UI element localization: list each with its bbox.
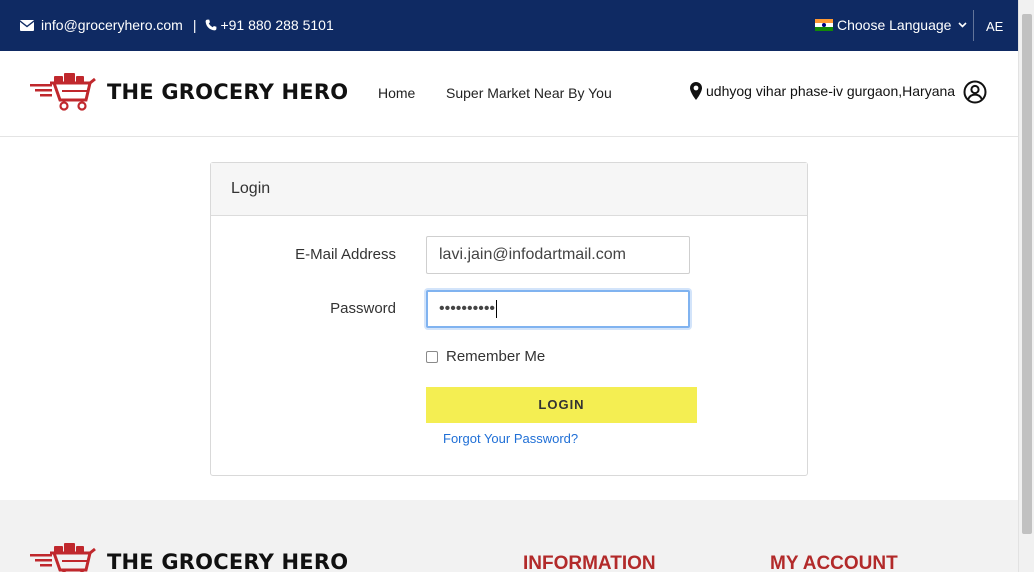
- topbar-divider: [973, 10, 974, 41]
- remember-me-label: Remember Me: [446, 348, 546, 365]
- phone-icon: [206, 19, 217, 31]
- contact-phone-link[interactable]: +91 880 288 5101: [220, 17, 333, 33]
- nav-home-link[interactable]: Home: [378, 85, 415, 101]
- footer: THE GROCERY HERO INFORMATION MY ACCOUNT: [0, 500, 1018, 572]
- envelope-icon: [20, 19, 34, 31]
- login-card-title: Login: [211, 163, 807, 216]
- page: info@groceryhero.com | +91 880 288 5101 …: [0, 0, 1034, 572]
- email-label: E-Mail Address: [295, 246, 396, 263]
- user-circle-icon[interactable]: [963, 80, 987, 104]
- main-header: THE GROCERY HERO Home Super Market Near …: [0, 51, 1018, 137]
- language-label: Choose Language: [837, 17, 952, 33]
- map-pin-icon: [690, 82, 702, 100]
- contact-email-link[interactable]: info@groceryhero.com: [41, 17, 183, 33]
- contact-info: info@groceryhero.com | +91 880 288 5101: [20, 17, 334, 33]
- delivery-location[interactable]: udhyog vihar phase-iv gurgaon,Haryana: [690, 82, 955, 100]
- page-scrollbar[interactable]: [1018, 0, 1034, 572]
- footer-heading-my-account: MY ACCOUNT: [770, 553, 898, 572]
- logo-text: THE GROCERY HERO: [107, 80, 349, 104]
- india-flag-icon: [815, 19, 833, 31]
- login-button[interactable]: LOGIN: [426, 387, 697, 423]
- contact-separator: |: [192, 17, 197, 33]
- text-cursor: [496, 300, 498, 318]
- footer-logo[interactable]: THE GROCERY HERO: [30, 542, 348, 572]
- email-field[interactable]: lavi.jain@infodartmail.com: [426, 236, 690, 274]
- footer-logo-text: THE GROCERY HERO: [107, 550, 349, 572]
- remember-me[interactable]: Remember Me: [426, 348, 545, 365]
- password-label: Password: [330, 300, 396, 317]
- remember-me-checkbox[interactable]: [426, 350, 438, 363]
- top-bar: info@groceryhero.com | +91 880 288 5101 …: [0, 0, 1018, 51]
- footer-heading-information: INFORMATION: [523, 553, 656, 572]
- password-field[interactable]: ••••••••••: [426, 290, 690, 328]
- forgot-password-link[interactable]: Forgot Your Password?: [443, 431, 578, 446]
- location-text: udhyog vihar phase-iv gurgaon,Haryana: [706, 83, 956, 99]
- region-selector[interactable]: AE: [986, 19, 1003, 34]
- scrollbar-thumb[interactable]: [1022, 14, 1032, 534]
- chevron-down-icon: [958, 22, 968, 28]
- site-logo[interactable]: THE GROCERY HERO: [30, 72, 348, 112]
- cart-logo-icon: [30, 73, 96, 111]
- language-selector[interactable]: Choose Language: [815, 17, 968, 33]
- password-value: ••••••••••: [439, 300, 496, 318]
- nav-supermarket-link[interactable]: Super Market Near By You: [446, 85, 612, 101]
- login-card: Login E-Mail Address lavi.jain@infodartm…: [210, 162, 808, 476]
- cart-logo-icon: [30, 543, 96, 572]
